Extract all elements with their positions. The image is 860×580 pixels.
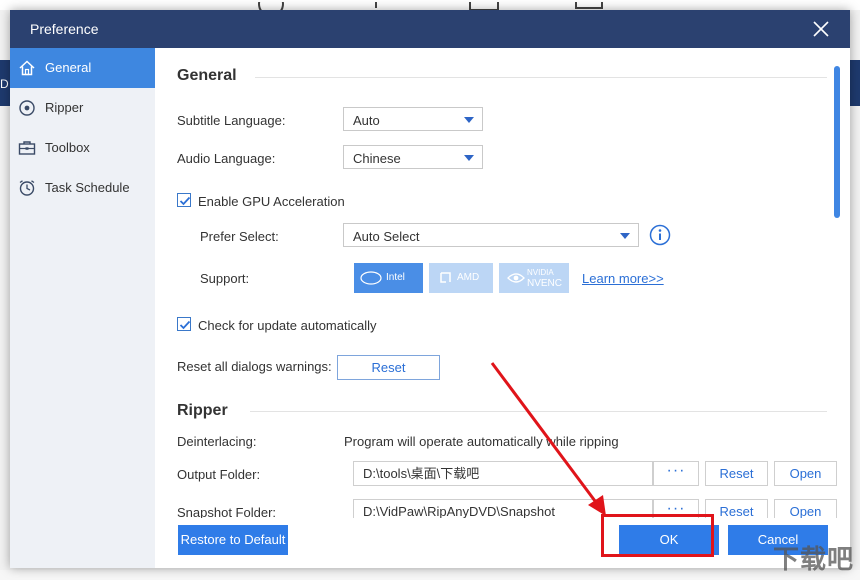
learn-more-link[interactable]: Learn more>> <box>582 271 664 286</box>
ok-button[interactable]: OK <box>619 525 719 555</box>
clock-icon <box>19 180 35 196</box>
amd-chip[interactable]: AMD <box>429 263 493 293</box>
ripper-heading: Ripper <box>177 402 228 419</box>
snapshot-folder-browse-button[interactable]: ··· <box>653 499 699 518</box>
output-folder-browse-button[interactable]: ··· <box>653 461 699 486</box>
audio-language-value: Chinese <box>353 151 401 166</box>
background-bottom <box>0 570 860 580</box>
reset-dialogs-label: Reset all dialogs warnings: <box>177 359 332 374</box>
subtitle-language-select[interactable]: Auto <box>343 107 483 131</box>
prefer-select-value: Auto Select <box>353 229 420 244</box>
amd-logo-icon <box>440 272 451 283</box>
snapshot-folder-reset-button[interactable]: Reset <box>705 499 768 518</box>
preference-dialog: Preference General Ripper Toolbox Task S… <box>10 10 850 568</box>
support-label: Support: <box>200 271 250 286</box>
output-folder-open-button[interactable]: Open <box>774 461 837 486</box>
prefer-select-dropdown[interactable]: Auto Select <box>343 223 639 247</box>
dialog-footer: Restore to Default OK Cancel <box>155 518 850 568</box>
chevron-down-icon <box>464 155 474 161</box>
gpu-acceleration-label: Enable GPU Acceleration <box>198 194 345 209</box>
deinterlacing-value: Program will operate automatically while… <box>344 434 619 449</box>
snapshot-folder-open-button[interactable]: Open <box>774 499 837 518</box>
audio-language-select[interactable]: Chinese <box>343 145 483 169</box>
nvenc-label: NVENC <box>527 278 563 289</box>
checkmark-icon <box>179 196 191 206</box>
chevron-down-icon <box>464 117 474 123</box>
audio-language-label: Audio Language: <box>177 151 276 166</box>
sidebar-item-general[interactable]: General <box>10 48 155 88</box>
sidebar-item-toolbox[interactable]: Toolbox <box>10 128 155 168</box>
nvidia-logo-icon <box>507 273 525 283</box>
deinterlacing-label: Deinterlacing: <box>177 434 257 449</box>
amd-label: AMD <box>457 272 480 283</box>
intel-logo-icon <box>360 271 382 285</box>
toolbox-icon <box>18 141 36 155</box>
subtitle-language-value: Auto <box>353 113 380 128</box>
intel-label: Intel <box>386 272 405 283</box>
sidebar: General Ripper Toolbox Task Schedule <box>10 48 155 568</box>
output-folder-label: Output Folder: <box>177 467 261 482</box>
dialog-titlebar: Preference <box>10 10 850 48</box>
update-label: Check for update automatically <box>198 318 377 333</box>
close-button[interactable] <box>810 18 832 40</box>
nvidia-chip[interactable]: NVIDIA NVENC <box>499 263 569 293</box>
restore-default-button[interactable]: Restore to Default <box>178 525 288 555</box>
checkmark-icon <box>179 320 191 330</box>
background-edge-text: D <box>0 77 9 91</box>
disc-icon <box>19 100 35 116</box>
background-toolbar <box>0 0 860 17</box>
update-checkbox[interactable] <box>177 317 191 331</box>
watermark: 下载吧 <box>772 544 854 574</box>
dialog-title: Preference <box>30 21 99 37</box>
sidebar-item-task-schedule[interactable]: Task Schedule <box>10 168 155 208</box>
sidebar-item-label: Toolbox <box>45 140 90 155</box>
output-folder-reset-button[interactable]: Reset <box>705 461 768 486</box>
subtitle-language-label: Subtitle Language: <box>177 113 286 128</box>
nvidia-label: NVIDIA <box>527 268 554 277</box>
snapshot-folder-label: Snapshot Folder: <box>177 505 277 518</box>
settings-content: General Subtitle Language: Auto Audio La… <box>155 48 850 518</box>
general-divider <box>255 77 827 78</box>
info-icon[interactable] <box>649 224 671 246</box>
prefer-select-label: Prefer Select: <box>200 229 279 244</box>
general-heading: General <box>177 67 237 84</box>
ripper-divider <box>250 411 827 412</box>
sidebar-item-label: General <box>45 60 92 75</box>
home-icon <box>19 60 35 76</box>
gpu-acceleration-checkbox[interactable] <box>177 193 191 207</box>
close-icon <box>813 21 829 37</box>
snapshot-folder-field[interactable]: D:\VidPaw\RipAnyDVD\Snapshot <box>353 499 653 518</box>
intel-chip[interactable]: Intel <box>354 263 423 293</box>
output-folder-field[interactable]: D:\tools\桌面\下载吧 <box>353 461 653 486</box>
settings-scrollbar[interactable] <box>834 66 840 218</box>
sidebar-item-ripper[interactable]: Ripper <box>10 88 155 128</box>
sidebar-item-label: Ripper <box>45 100 84 115</box>
sidebar-item-label: Task Schedule <box>45 180 130 195</box>
chevron-down-icon <box>620 233 630 239</box>
reset-dialogs-button[interactable]: Reset <box>337 355 440 380</box>
